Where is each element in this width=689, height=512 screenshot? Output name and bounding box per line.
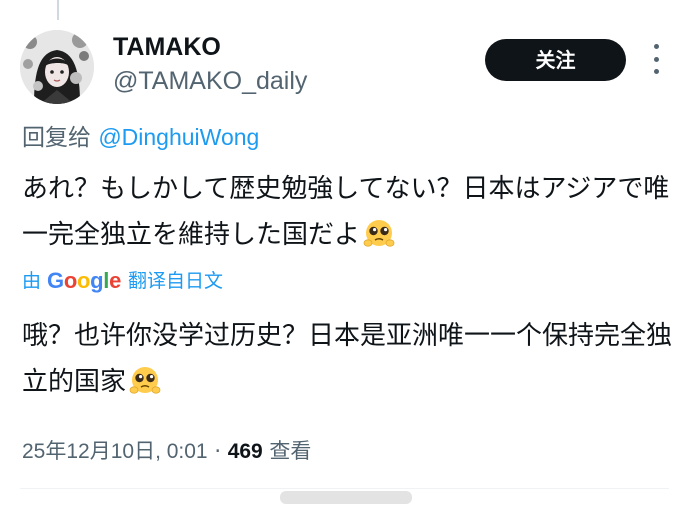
more-dot <box>653 69 659 74</box>
divider <box>20 488 669 489</box>
meta-separator: · <box>214 439 221 463</box>
more-dot <box>653 56 659 62</box>
tweet-translated-text: 哦？也许你没学过历史？日本是亚洲唯一一个保持完全独立的国家 <box>22 313 682 405</box>
views-label: 查看 <box>269 439 312 463</box>
avatar[interactable] <box>20 30 94 104</box>
tweet-original-text: あれ？もしかして歴史勉強してない？日本はアジアで唯一完全独立を維持した国だよ <box>22 166 677 258</box>
more-vertical-icon[interactable] <box>647 44 665 74</box>
google-logo: Google <box>47 268 121 293</box>
more-dot <box>653 44 659 49</box>
tweet-text: あれ？もしかして歴史勉強してない？日本はアジアで唯一完全独立を維持した国だよ <box>22 174 670 250</box>
tweet-timestamp[interactable]: 25年12月10日, 0:01 <box>22 440 208 463</box>
translation-attribution: 由 Google 翻译自日文 <box>22 266 223 296</box>
author-display-name[interactable]: TAMAKO <box>113 32 221 62</box>
watermark <box>280 491 412 504</box>
reply-mention-link[interactable]: @DinghuiWong <box>98 124 259 150</box>
thread-connector-line <box>57 0 59 20</box>
translation-prefix: 由 <box>22 270 42 292</box>
translated-text: 哦？也许你没学过历史？日本是亚洲唯一一个保持完全独立的国家 <box>22 321 673 397</box>
tweet-meta: 25年12月10日, 0:01 · 469 查看 <box>22 436 311 467</box>
author-handle[interactable]: @TAMAKO_daily <box>113 66 307 96</box>
pleading-face-emoji <box>362 217 396 247</box>
views-count: 469 <box>227 440 263 463</box>
follow-button[interactable]: 关注 <box>485 39 626 81</box>
translated-from-japanese-link[interactable]: 翻译自日文 <box>128 266 223 296</box>
reply-context: 回复给 @DinghuiWong <box>22 122 259 153</box>
reply-prefix: 回复给 <box>22 125 91 151</box>
pleading-face-emoji <box>128 364 162 394</box>
